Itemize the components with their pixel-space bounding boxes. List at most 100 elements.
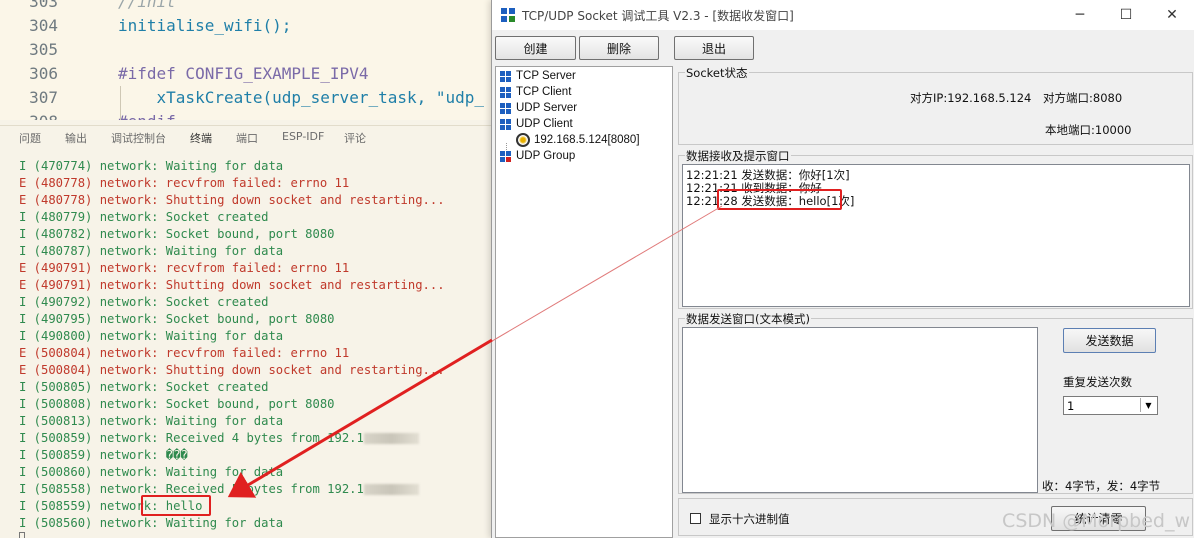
panel-tab[interactable]: 终端: [190, 130, 212, 151]
terminal-line: I (490795) network: Socket bound, port 8…: [19, 311, 335, 328]
redacted-ip: [363, 433, 419, 444]
connection-icon: [516, 133, 530, 147]
connection-tree[interactable]: TCP Server TCP Client UDP Server UDP Cli…: [495, 66, 673, 538]
redacted-ip: [363, 484, 419, 495]
line-number: 306: [29, 64, 58, 83]
terminal-cursor: [19, 532, 25, 538]
terminal-line-text: I (480787) network: Waiting for data: [19, 244, 284, 258]
line-number: 308: [0, 110, 58, 120]
line-number: 307: [29, 88, 58, 107]
terminal-line: E (500804) network: recvfrom failed: err…: [19, 345, 349, 362]
window-title: TCP/UDP Socket 调试工具 V2.3 - [数据收发窗口]: [522, 9, 794, 23]
terminal-line-text: E (490791) network: Shutting down socket…: [19, 278, 445, 292]
terminal-line: I (480787) network: Waiting for data: [19, 243, 283, 260]
app-icon: [501, 8, 515, 22]
receive-group: 数据接收及提示窗口 12:21:21 发送数据：你好[1次] 12:21:21 …: [678, 148, 1193, 309]
line-number: 304: [29, 16, 58, 35]
terminal-line-text: E (480778) network: recvfrom failed: err…: [19, 176, 350, 190]
repeat-count-label: 重复发送次数: [1063, 375, 1132, 389]
terminal-line: E (480778) network: recvfrom failed: err…: [19, 175, 349, 192]
code-line: 308 #endif: [0, 110, 176, 120]
highlight-sent-hello: [717, 189, 842, 210]
terminal-line: I (480782) network: Socket bound, port 8…: [19, 226, 335, 243]
terminal-line-text: I (480782) network: Socket bound, port 8…: [19, 227, 335, 241]
terminal-line: I (500859) network: ���: [19, 447, 188, 464]
hex-checkbox[interactable]: [690, 513, 701, 524]
send-group: 数据发送窗口(文本模式) 发送数据 重复发送次数 1 ▼ 收：4字节，发：4字节: [678, 311, 1193, 494]
line-number: 305: [29, 40, 58, 59]
send-label: 数据发送窗口(文本模式): [685, 311, 811, 327]
local-port: 本地端口:10000: [1045, 123, 1132, 137]
terminal-output[interactable]: I (470774) network: Waiting for data E (4…: [0, 150, 492, 538]
terminal-line: E (500804) network: Shutting down socket…: [19, 362, 445, 379]
network-icon: [500, 150, 511, 162]
repeat-count-select[interactable]: 1 ▼: [1063, 396, 1158, 415]
tree-item-udp-server[interactable]: UDP Server: [500, 100, 577, 116]
terminal-line: I (470774) network: Waiting for data: [19, 158, 283, 175]
code-text: #endif: [118, 110, 176, 120]
panel-tab[interactable]: 调试控制台: [111, 130, 166, 146]
highlight-received-hello: [141, 495, 211, 516]
tree-item-udp-client[interactable]: UDP Client: [500, 116, 573, 132]
terminal-line: E (490791) network: recvfrom failed: err…: [19, 260, 349, 277]
close-icon[interactable]: ✕: [1149, 0, 1194, 30]
indent-guide: [120, 86, 121, 120]
remote-ip: 对方IP:192.168.5.124: [910, 91, 1032, 105]
terminal-line-text: E (500804) network: Shutting down socket…: [19, 363, 445, 377]
terminal-line: I (500860) network: Waiting for data: [19, 464, 283, 481]
code-text: //init: [118, 0, 176, 11]
terminal-line: I (490792) network: Socket created: [19, 294, 268, 311]
tree-item-connection[interactable]: 192.168.5.124[8080]: [510, 132, 640, 148]
terminal-line: I (508558) network: Received 5 bytes fro…: [19, 481, 419, 498]
minimize-icon[interactable]: ─: [1057, 0, 1103, 30]
tree-item-tcp-client[interactable]: TCP Client: [500, 84, 571, 100]
terminal-line-text: I (500805) network: Socket created: [19, 380, 269, 394]
panel-tab-bar: 问题 输出 调试控制台 终端 端口 ESP-IDF 评论: [0, 125, 492, 151]
terminal-line-text: E (500804) network: recvfrom failed: err…: [19, 346, 350, 360]
panel-tab[interactable]: 问题: [19, 130, 41, 146]
tree-item-tcp-server[interactable]: TCP Server: [500, 68, 576, 84]
terminal-line: I (500813) network: Waiting for data: [19, 413, 283, 430]
terminal-line-text: I (500859) network: ���: [19, 448, 188, 462]
code-line: 303 //init: [0, 0, 176, 14]
terminal-line-text: I (490792) network: Socket created: [19, 295, 269, 309]
terminal-line-text: I (480779) network: Socket created: [19, 210, 269, 224]
delete-button[interactable]: 删除: [579, 36, 659, 60]
terminal-line-text: I (508560) network: Waiting for data: [19, 516, 284, 530]
exit-button[interactable]: 退出: [674, 36, 754, 60]
title-bar[interactable]: TCP/UDP Socket 调试工具 V2.3 - [数据收发窗口] ─ ☐ …: [492, 0, 1194, 30]
terminal-line: E (490791) network: Shutting down socket…: [19, 277, 445, 294]
network-icon: [500, 102, 511, 114]
receive-textbox[interactable]: 12:21:21 发送数据：你好[1次] 12:21:21 收到数据：你好 12…: [682, 164, 1190, 307]
terminal-line-text: I (500813) network: Waiting for data: [19, 414, 284, 428]
terminal-line-text: I (490795) network: Socket bound, port 8…: [19, 312, 335, 326]
code-editor[interactable]: 303 //init 304 initialise_wifi(); 305 306 #ifd…: [0, 0, 492, 120]
terminal-line-text: E (480778) network: Shutting down socket…: [19, 193, 445, 207]
terminal-line: E (480778) network: Shutting down socket…: [19, 192, 445, 209]
watermark: CSDN @Morpbed_w: [1002, 510, 1190, 532]
code-line: 305: [0, 38, 58, 62]
terminal-line: I (500805) network: Socket created: [19, 379, 268, 396]
code-text: initialise_wifi();: [118, 16, 292, 35]
panel-tab[interactable]: 评论: [344, 130, 366, 146]
send-data-button[interactable]: 发送数据: [1063, 328, 1156, 353]
tree-item-udp-group[interactable]: UDP Group: [500, 148, 575, 164]
receive-label: 数据接收及提示窗口: [685, 148, 791, 164]
code-line: 306 #ifdef CONFIG_EXAMPLE_IPV4: [0, 62, 368, 86]
code-line: 307 xTaskCreate(udp_server_task, "udp_: [0, 86, 484, 110]
code-text: #ifdef CONFIG_EXAMPLE_IPV4: [118, 64, 369, 83]
panel-tab[interactable]: 端口: [236, 130, 258, 146]
line-number: 303: [29, 0, 58, 11]
terminal-line: I (500808) network: Socket bound, port 8…: [19, 396, 335, 413]
create-button[interactable]: 创建: [495, 36, 576, 60]
terminal-line-text: I (500808) network: Socket bound, port 8…: [19, 397, 335, 411]
network-icon: [500, 86, 511, 98]
socket-state-group: Socket状态 对方IP:192.168.5.124 对方端口:8080 本地…: [678, 65, 1193, 145]
maximize-icon[interactable]: ☐: [1103, 0, 1149, 30]
panel-tab[interactable]: ESP-IDF: [282, 130, 324, 143]
terminal-line-text: I (500860) network: Waiting for data: [19, 465, 284, 479]
network-icon: [500, 118, 511, 130]
send-textbox[interactable]: [682, 327, 1038, 493]
panel-tab[interactable]: 输出: [65, 130, 87, 146]
terminal-line-text: I (508558) network: Received 5 bytes fro…: [19, 482, 364, 496]
